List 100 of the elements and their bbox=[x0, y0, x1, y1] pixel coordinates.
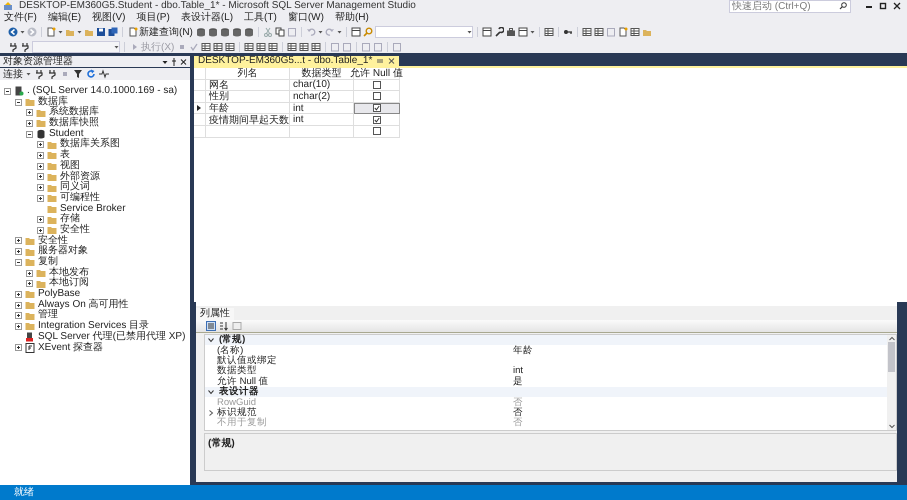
checkbox[interactable] bbox=[372, 127, 380, 136]
table-icon[interactable] bbox=[544, 27, 554, 37]
plug-icon[interactable] bbox=[20, 42, 30, 52]
new-query-button[interactable]: 新建查询(N) bbox=[127, 25, 194, 39]
tree-item[interactable]: 安全性 bbox=[38, 236, 68, 246]
table-icon[interactable] bbox=[256, 42, 266, 52]
menu-item[interactable]: 视图(V) bbox=[92, 12, 126, 24]
expand-icon[interactable] bbox=[37, 162, 44, 170]
window-icon[interactable] bbox=[482, 27, 492, 37]
tree-item[interactable]: SQL Server 代理(已禁用代理 XP) bbox=[38, 332, 186, 343]
sort-alphabetical-icon[interactable] bbox=[219, 321, 229, 331]
collapse-icon[interactable] bbox=[15, 258, 22, 266]
window-icon[interactable] bbox=[350, 27, 361, 37]
menu-item[interactable]: 表设计器(L) bbox=[180, 12, 234, 24]
tab-label[interactable]: DESKTOP-EM360G5...t - dbo.Table_1* bbox=[198, 56, 372, 66]
expand-icon[interactable] bbox=[37, 173, 44, 180]
expand-icon[interactable] bbox=[15, 248, 22, 256]
close-icon[interactable] bbox=[388, 57, 396, 65]
close-icon[interactable] bbox=[893, 1, 901, 11]
expand-icon[interactable] bbox=[37, 152, 44, 159]
tree-item[interactable]: 安全性 bbox=[60, 224, 90, 236]
database-query-icon[interactable] bbox=[196, 27, 206, 37]
tree-item[interactable]: 存储 bbox=[60, 214, 80, 225]
tree-item[interactable]: 视图 bbox=[60, 160, 80, 172]
plug-icon[interactable] bbox=[8, 42, 18, 52]
panel-tab[interactable]: 列属性 bbox=[196, 308, 234, 320]
activity-icon[interactable] bbox=[99, 69, 109, 79]
new-document-icon[interactable] bbox=[618, 27, 628, 37]
new-document-icon[interactable] bbox=[46, 27, 56, 37]
scroll-thumb[interactable] bbox=[888, 342, 895, 372]
table-icon[interactable] bbox=[225, 42, 236, 52]
table-icon[interactable] bbox=[299, 42, 310, 52]
expand-icon[interactable] bbox=[15, 322, 22, 330]
checkbox[interactable] bbox=[372, 92, 380, 100]
tree-item[interactable]: Integration Services 目录 bbox=[38, 321, 150, 332]
window-icon[interactable] bbox=[518, 27, 528, 37]
key-icon[interactable] bbox=[562, 27, 573, 37]
menu-item[interactable]: 工具(T) bbox=[244, 12, 277, 24]
property-value[interactable]: 年龄 bbox=[513, 346, 533, 356]
maximize-icon[interactable] bbox=[879, 1, 887, 11]
scrollbar[interactable] bbox=[887, 335, 896, 430]
expand-icon[interactable] bbox=[26, 120, 33, 127]
tree-item[interactable]: 可编程性 bbox=[60, 192, 100, 204]
tree-item[interactable]: . (SQL Server 14.0.1000.169 - sa) bbox=[27, 86, 178, 97]
tree-item[interactable]: 数据库快照 bbox=[49, 118, 99, 129]
expand-icon[interactable] bbox=[15, 312, 22, 320]
table-icon[interactable] bbox=[201, 42, 212, 52]
tree-item[interactable]: XEvent 探查器 bbox=[38, 342, 104, 354]
tree-item[interactable]: 同义词 bbox=[60, 182, 90, 193]
document-tab[interactable]: DESKTOP-EM360G5...t - dbo.Table_1* bbox=[194, 56, 400, 66]
expand-icon[interactable] bbox=[15, 344, 22, 352]
expand-icon[interactable] bbox=[37, 184, 44, 192]
refresh-icon[interactable] bbox=[86, 69, 96, 79]
tree-item[interactable]: Service Broker bbox=[60, 204, 126, 214]
chevron-down-icon[interactable] bbox=[208, 337, 214, 344]
chevron-down-icon[interactable] bbox=[208, 389, 214, 396]
property-value[interactable]: 是 bbox=[513, 376, 523, 387]
database-query-icon[interactable] bbox=[220, 27, 230, 37]
database-query-icon[interactable] bbox=[232, 27, 242, 37]
collapse-icon[interactable] bbox=[15, 98, 22, 106]
scroll-up-icon[interactable] bbox=[888, 336, 894, 342]
table-icon[interactable] bbox=[311, 42, 322, 52]
expand-icon[interactable] bbox=[37, 216, 44, 224]
menu-item[interactable]: 文件(F) bbox=[4, 12, 37, 24]
table-icon[interactable] bbox=[268, 42, 278, 52]
toolbox-icon[interactable] bbox=[506, 27, 516, 37]
plug-icon[interactable] bbox=[47, 69, 57, 79]
tree-item[interactable]: 外部资源 bbox=[60, 172, 100, 182]
menu-item[interactable]: 帮助(H) bbox=[334, 12, 369, 24]
close-icon[interactable] bbox=[180, 58, 187, 66]
tree-item[interactable]: Student bbox=[49, 128, 84, 140]
checkbox[interactable] bbox=[372, 104, 380, 112]
table-icon[interactable] bbox=[213, 42, 224, 52]
categorized-icon[interactable] bbox=[206, 321, 216, 331]
tree-item[interactable]: Always On 高可用性 bbox=[38, 300, 129, 310]
row-selector[interactable] bbox=[194, 102, 206, 114]
chevron-right-icon[interactable] bbox=[208, 410, 214, 416]
scroll-down-icon[interactable] bbox=[888, 423, 894, 429]
database-query-icon[interactable] bbox=[244, 27, 254, 37]
copy-icon[interactable] bbox=[274, 27, 285, 37]
menu-item[interactable]: 项目(P) bbox=[136, 12, 170, 24]
database-query-icon[interactable] bbox=[208, 27, 218, 37]
checkbox[interactable] bbox=[372, 116, 380, 124]
expand-icon[interactable] bbox=[15, 237, 22, 244]
table-icon[interactable] bbox=[287, 42, 298, 52]
wrench-icon[interactable] bbox=[494, 27, 504, 37]
tree-item[interactable]: 复制 bbox=[38, 257, 58, 268]
expand-icon[interactable] bbox=[26, 109, 33, 116]
expand-icon[interactable] bbox=[15, 302, 22, 309]
plug-icon[interactable] bbox=[34, 69, 44, 79]
collapse-icon[interactable] bbox=[26, 130, 33, 138]
expand-icon[interactable] bbox=[37, 194, 44, 202]
connect-button[interactable]: 连接 bbox=[3, 67, 23, 81]
save-icon[interactable] bbox=[96, 27, 106, 37]
property-value[interactable]: int bbox=[513, 366, 524, 376]
expand-icon[interactable] bbox=[37, 141, 44, 148]
checkmark-icon[interactable] bbox=[189, 42, 200, 52]
back-icon[interactable] bbox=[8, 27, 18, 37]
tree-item[interactable]: PolyBase bbox=[38, 289, 80, 300]
property-value[interactable]: 否 bbox=[513, 408, 523, 418]
